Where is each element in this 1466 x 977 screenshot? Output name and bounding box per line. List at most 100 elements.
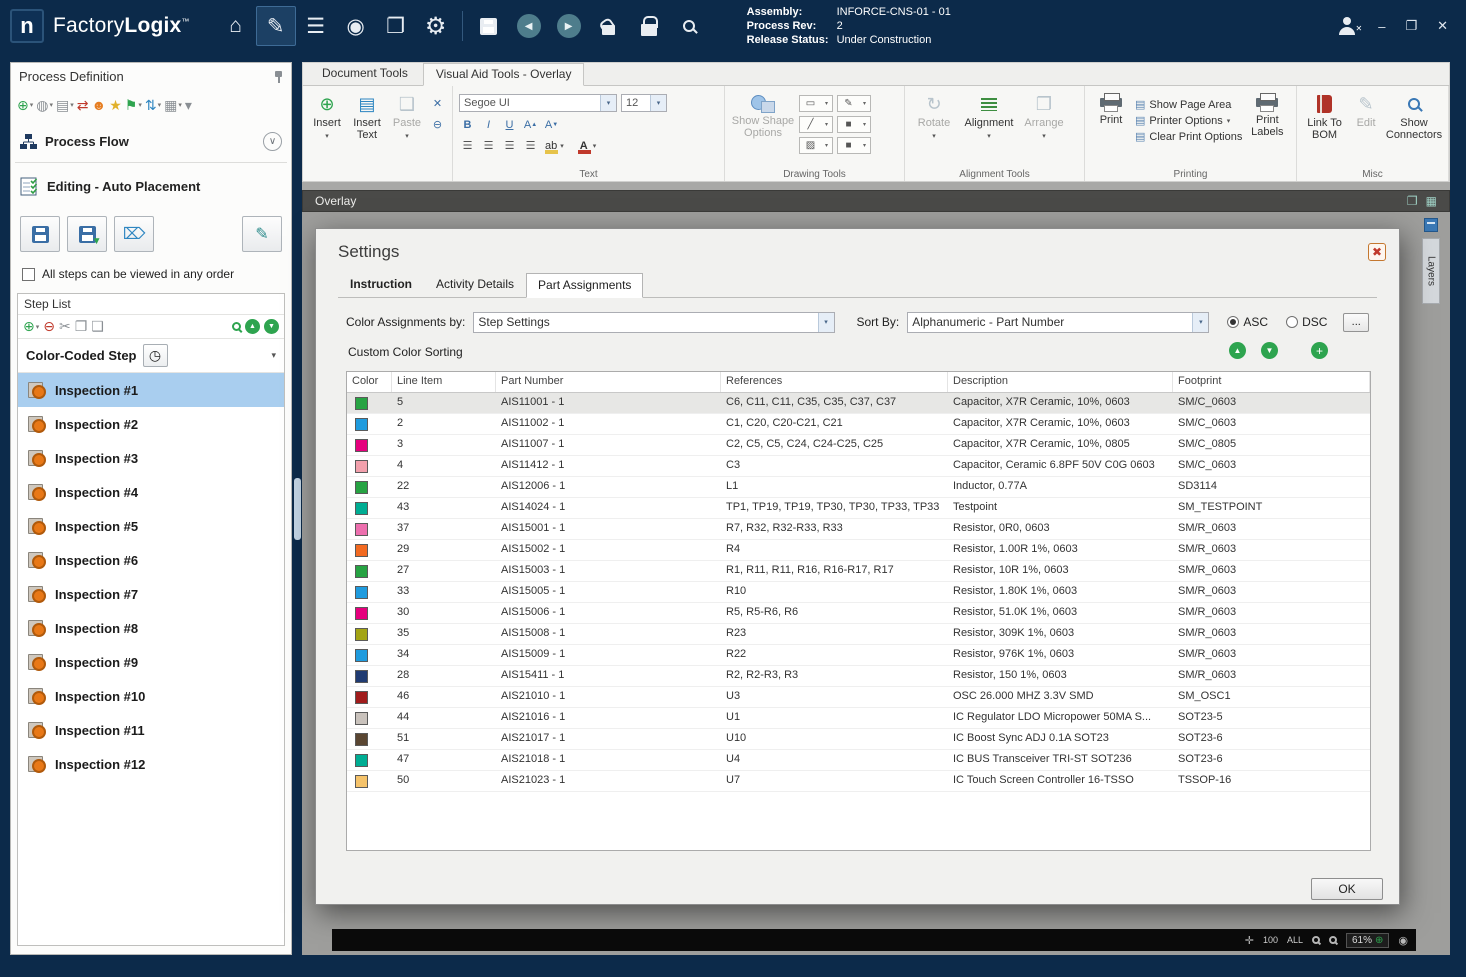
step-item[interactable]: Inspection #10 [18, 679, 284, 713]
column-references[interactable]: References [721, 372, 948, 392]
sync-button[interactable]: ⇄ [77, 97, 89, 114]
assign-person-button[interactable]: ☻ [91, 97, 106, 113]
import-step-button[interactable]: ▼ [67, 216, 107, 252]
printer-options-button[interactable]: ▤ Printer Options ▾ [1135, 114, 1242, 128]
part-table-row[interactable]: 37 AIS15001 - 1 R7, R32, R32-R33, R33 Resis… [347, 519, 1370, 540]
part-table-row[interactable]: 46 AIS21010 - 1 U3 OSC 26.000 MHZ 3.3V SMD S… [347, 687, 1370, 708]
part-table-row[interactable]: 3 AIS11007 - 1 C2, C5, C5, C24, C24-C25, C… [347, 435, 1370, 456]
add-assignment-button[interactable]: + [1311, 342, 1328, 359]
tab-activity-details[interactable]: Activity Details [424, 272, 526, 297]
column-color[interactable]: Color [347, 372, 392, 392]
part-table-row[interactable]: 35 AIS15008 - 1 R23 Resistor, 309K 1%, 0603… [347, 624, 1370, 645]
part-table-row[interactable]: 30 AIS15006 - 1 R5, R5-R6, R6 Resistor, 51.… [347, 603, 1370, 624]
step-item[interactable]: Inspection #5 [18, 509, 284, 543]
part-table-row[interactable]: 44 AIS21016 - 1 U1 IC Regulator LDO Micropo… [347, 708, 1370, 729]
add-step-button[interactable]: ⊕ ▾ [23, 318, 39, 335]
undo-button[interactable]: ◀ [509, 6, 549, 46]
link-to-bom-button[interactable]: Link To BOM [1303, 90, 1346, 166]
column-description[interactable]: Description [948, 372, 1173, 392]
move-row-up-button[interactable]: ▲ [1229, 342, 1246, 359]
sort-by-select[interactable]: Alphanumeric - Part Number ▾ [907, 311, 1210, 333]
close-dialog-button[interactable]: ✖ [1368, 243, 1386, 261]
step-item[interactable]: Inspection #6 [18, 543, 284, 577]
collapse-button[interactable]: ∨ [263, 131, 282, 151]
overflow-button[interactable]: ▾ [185, 97, 192, 114]
any-order-checkbox[interactable] [22, 267, 35, 281]
link-button[interactable]: ◍ ▾ [36, 97, 53, 114]
add-process-button[interactable]: ⊕ ▾ [17, 97, 33, 114]
column-part-number[interactable]: Part Number [496, 372, 721, 392]
navigator-button[interactable]: ◉ [336, 6, 376, 46]
align-left-button[interactable]: ☰ [459, 137, 476, 154]
zoom-100-button[interactable]: 100 [1263, 935, 1278, 945]
asc-radio[interactable] [1227, 316, 1240, 328]
step-item[interactable]: Inspection #9 [18, 645, 284, 679]
arrange-button[interactable]: ❐ Arrange ▾ [1021, 90, 1067, 166]
layout-button[interactable]: ▦ ▾ [164, 97, 182, 114]
panel-splitter[interactable] [294, 478, 301, 540]
part-table-row[interactable]: 2 AIS11002 - 1 C1, C20, C20-C21, C21 Capaci… [347, 414, 1370, 435]
align-right-button[interactable]: ☰ [501, 137, 518, 154]
align-center-button[interactable]: ☰ [480, 137, 497, 154]
process-flow-row[interactable]: Process Flow ∨ [11, 120, 291, 162]
bold-button[interactable]: B [459, 116, 476, 133]
copy-step-button[interactable]: ❐ [75, 318, 88, 335]
step-item[interactable]: Inspection #8 [18, 611, 284, 645]
part-table-row[interactable]: 43 AIS14024 - 1 TP1, TP19, TP19, TP30, TP3… [347, 498, 1370, 519]
paste-button[interactable]: ❑ Paste ▾ [389, 90, 425, 166]
clear-step-button[interactable]: ⌦ [114, 216, 154, 252]
move-step-up-button[interactable]: ▲ [245, 319, 260, 334]
underline-button[interactable]: U [501, 116, 518, 133]
cut-step-button[interactable]: ✂ [59, 318, 71, 335]
part-table-row[interactable]: 47 AIS21018 - 1 U4 IC BUS Transceiver TRI-S… [347, 750, 1370, 771]
part-table-row[interactable]: 27 AIS15003 - 1 R1, R11, R11, R16, R16-R17… [347, 561, 1370, 582]
print-labels-button[interactable]: Print Labels [1246, 90, 1288, 166]
library-button[interactable]: ☰ [296, 6, 336, 46]
dsc-radio[interactable] [1286, 316, 1299, 328]
part-table-row[interactable]: 51 AIS21017 - 1 U10 IC Boost Sync ADJ 0.1A … [347, 729, 1370, 750]
tab-part-assignments[interactable]: Part Assignments [526, 273, 644, 298]
part-table-row[interactable]: 4 AIS11412 - 1 C3 Capacitor, Ceramic 6.8PF … [347, 456, 1370, 477]
paste-step-button[interactable]: ❑ [91, 318, 104, 335]
inspect-button[interactable] [669, 6, 709, 46]
highlight-button[interactable]: ab ▾ [543, 138, 566, 154]
alignment-button[interactable]: Alignment ▾ [961, 90, 1017, 166]
zoom-in-button[interactable] [1328, 936, 1337, 944]
documents-button[interactable]: ❐ [376, 6, 416, 46]
part-table-row[interactable]: 28 AIS15411 - 1 R2, R2-R3, R3 Resistor, 150… [347, 666, 1370, 687]
ok-button[interactable]: OK [1311, 878, 1383, 900]
home-button[interactable]: ⌂ [216, 6, 256, 46]
step-item[interactable]: Inspection #3 [18, 441, 284, 475]
step-item[interactable]: Inspection #12 [18, 747, 284, 781]
tab-document-tools[interactable]: Document Tools [309, 62, 421, 85]
tab-instruction[interactable]: Instruction [338, 272, 424, 297]
show-shape-options-button[interactable]: Show Shape Options [731, 90, 795, 166]
settings-button[interactable]: ⚙ [416, 6, 456, 46]
line-select[interactable]: ╱ ▾ [799, 116, 833, 133]
show-connectors-button[interactable]: Show Connectors [1386, 90, 1442, 166]
remove-button[interactable]: ⊖ [429, 116, 446, 133]
flag-button[interactable]: ⚑ ▾ [125, 97, 142, 114]
edit-visual-aid-button[interactable]: ✎ [242, 216, 282, 252]
more-options-button[interactable]: ... [1343, 312, 1369, 332]
zoom-level[interactable]: 61% ⊕ [1345, 932, 1390, 948]
move-icon[interactable]: ✛ [1245, 934, 1254, 947]
part-table-row[interactable]: 5 AIS11001 - 1 C6, C11, C11, C35, C35, C37… [347, 393, 1370, 414]
reorder-button[interactable]: ⇅ ▾ [145, 97, 161, 114]
insert-button[interactable]: ⊕ Insert ▾ [309, 90, 345, 166]
font-color-button[interactable]: A ▾ [577, 138, 598, 154]
minimize-button[interactable]: – [1378, 19, 1385, 34]
redo-button[interactable]: ▶ [549, 6, 589, 46]
layers-tab[interactable]: Layers [1422, 238, 1440, 304]
step-item[interactable]: Inspection #11 [18, 713, 284, 747]
align-justify-button[interactable]: ☰ [522, 137, 539, 154]
grow-font-button[interactable]: A ▲ [522, 116, 539, 133]
shape-select[interactable]: ▭ ▾ [799, 95, 833, 112]
delete-button[interactable]: ✕ [429, 95, 446, 112]
overlay-layers-icon[interactable]: ❐ [1407, 194, 1418, 208]
shrink-font-button[interactable]: A ▼ [543, 116, 560, 133]
unlock-button[interactable] [589, 6, 629, 46]
zoom-out-button[interactable] [1311, 936, 1320, 944]
font-family-select[interactable]: Segoe UI ▾ [459, 94, 617, 112]
step-item[interactable]: Inspection #2 [18, 407, 284, 441]
